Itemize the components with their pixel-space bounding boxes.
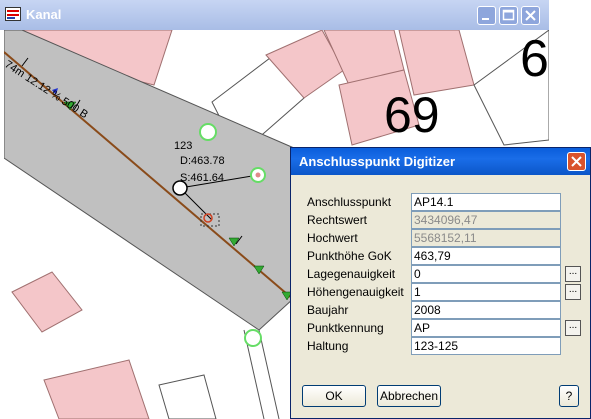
field-label: Hochwert	[307, 231, 358, 245]
building	[43, 359, 150, 419]
lagegenauigkeit-input[interactable]: 0	[411, 265, 561, 283]
window-titlebar[interactable]: Kanal	[0, 0, 549, 30]
field-label: Haltung	[307, 339, 349, 353]
cancel-button[interactable]: Abbrechen	[377, 385, 441, 407]
anschlusspunkt-dialog: Anschlusspunkt Digitizer Anschlusspunkt …	[290, 147, 591, 419]
node-depth-label: D:463.78	[180, 155, 225, 167]
punktkennung-input[interactable]: AP	[411, 319, 561, 337]
field-label: Baujahr	[307, 303, 349, 317]
lagegenauigkeit-browse-button[interactable]: ...	[565, 266, 581, 282]
dialog-titlebar[interactable]: Anschlusspunkt Digitizer	[291, 148, 590, 175]
node-circle	[244, 329, 262, 347]
field-label: Punktkennung	[307, 321, 384, 335]
close-icon[interactable]	[521, 6, 540, 25]
node-circle	[199, 123, 217, 141]
field-anschlusspunkt: Anschlusspunkt AP14.1	[303, 193, 583, 211]
app-icon	[5, 7, 21, 21]
minimize-icon[interactable]	[477, 6, 496, 25]
field-lagegenauigkeit: Lagegenauigkeit 0 ...	[303, 265, 583, 283]
field-label: Höhengenauigkeit	[307, 285, 404, 299]
field-label: Rechtswert	[307, 213, 368, 227]
field-baujahr: Baujahr 2008	[303, 301, 583, 319]
maximize-icon[interactable]	[499, 6, 518, 25]
anschlusspunkt-input[interactable]: AP14.1	[411, 193, 561, 211]
baujahr-input[interactable]: 2008	[411, 301, 561, 319]
field-hochwert: Hochwert 5568152,11	[303, 229, 583, 247]
haltung-input[interactable]: 123-125	[411, 337, 561, 355]
punkthoehe-input[interactable]: 463,79	[411, 247, 561, 265]
rechtswert-input: 3434096,47	[411, 211, 561, 229]
field-label: Anschlusspunkt	[307, 195, 392, 209]
building	[11, 271, 83, 333]
dialog-title: Anschlusspunkt Digitizer	[299, 154, 456, 169]
help-button[interactable]: ?	[559, 385, 579, 407]
field-punktkennung: Punktkennung AP ...	[303, 319, 583, 337]
field-label: Punkthöhe GoK	[307, 249, 392, 263]
hoehengenauigkeit-input[interactable]: 1	[411, 283, 561, 301]
hoehengenauigkeit-browse-button[interactable]: ...	[565, 284, 581, 300]
house-number: 69	[384, 87, 440, 143]
punktkennung-browse-button[interactable]: ...	[565, 320, 581, 336]
field-label: Lagegenauigkeit	[307, 267, 396, 281]
field-hoehengenauigkeit: Höhengenauigkeit 1 ...	[303, 283, 583, 301]
field-punkthoehe: Punkthöhe GoK 463,79	[303, 247, 583, 265]
hochwert-input: 5568152,11	[411, 229, 561, 247]
window-title: Kanal	[26, 7, 62, 22]
field-haltung: Haltung 123-125	[303, 337, 583, 355]
ok-button[interactable]: OK	[302, 385, 366, 407]
node-sole-label: S:461.64	[180, 172, 224, 184]
field-rechtswert: Rechtswert 3434096,47	[303, 211, 583, 229]
node-id-label: 123	[174, 140, 192, 152]
house-number-partial: 6	[520, 30, 549, 88]
building	[158, 374, 217, 419]
close-icon[interactable]	[567, 152, 586, 171]
building	[398, 30, 475, 96]
